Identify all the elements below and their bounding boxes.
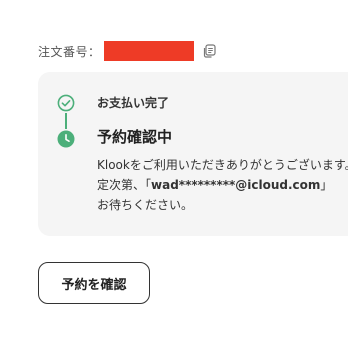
order-number-label: 注文番号： xyxy=(38,44,101,59)
check-circle-icon xyxy=(57,94,75,112)
description-line-2: 定次第、「wad*********@icloud.com」 xyxy=(97,175,348,195)
copy-icon[interactable] xyxy=(201,43,217,59)
description-line-2-suffix: 」 xyxy=(320,178,333,192)
booking-status-page: 注文番号： お支払い完了 予約確認中 Klookをご利用いただきありがとうござい… xyxy=(0,0,348,348)
payment-complete-label: お支払い完了 xyxy=(97,96,170,110)
view-booking-button[interactable]: 予約を確認 xyxy=(38,262,150,304)
clock-icon xyxy=(57,130,75,148)
order-number-row: 注文番号： xyxy=(38,40,217,62)
status-description: Klookをご利用いただきありがとうございます。 定次第、「wad*******… xyxy=(97,155,348,215)
step-connector-line xyxy=(65,113,67,129)
order-number-redacted xyxy=(103,41,194,61)
description-line-3: お待ちください。 xyxy=(97,198,194,212)
booking-confirming-title: 予約確認中 xyxy=(97,128,173,146)
email-address: wad*********@icloud.com xyxy=(151,178,321,192)
description-line-1: Klookをご利用いただきありがとうございます。 xyxy=(97,158,348,172)
booking-status-card: お支払い完了 予約確認中 Klookをご利用いただきありがとうございます。 定次… xyxy=(38,72,348,236)
description-line-2-prefix: 定次第、「 xyxy=(97,178,152,192)
